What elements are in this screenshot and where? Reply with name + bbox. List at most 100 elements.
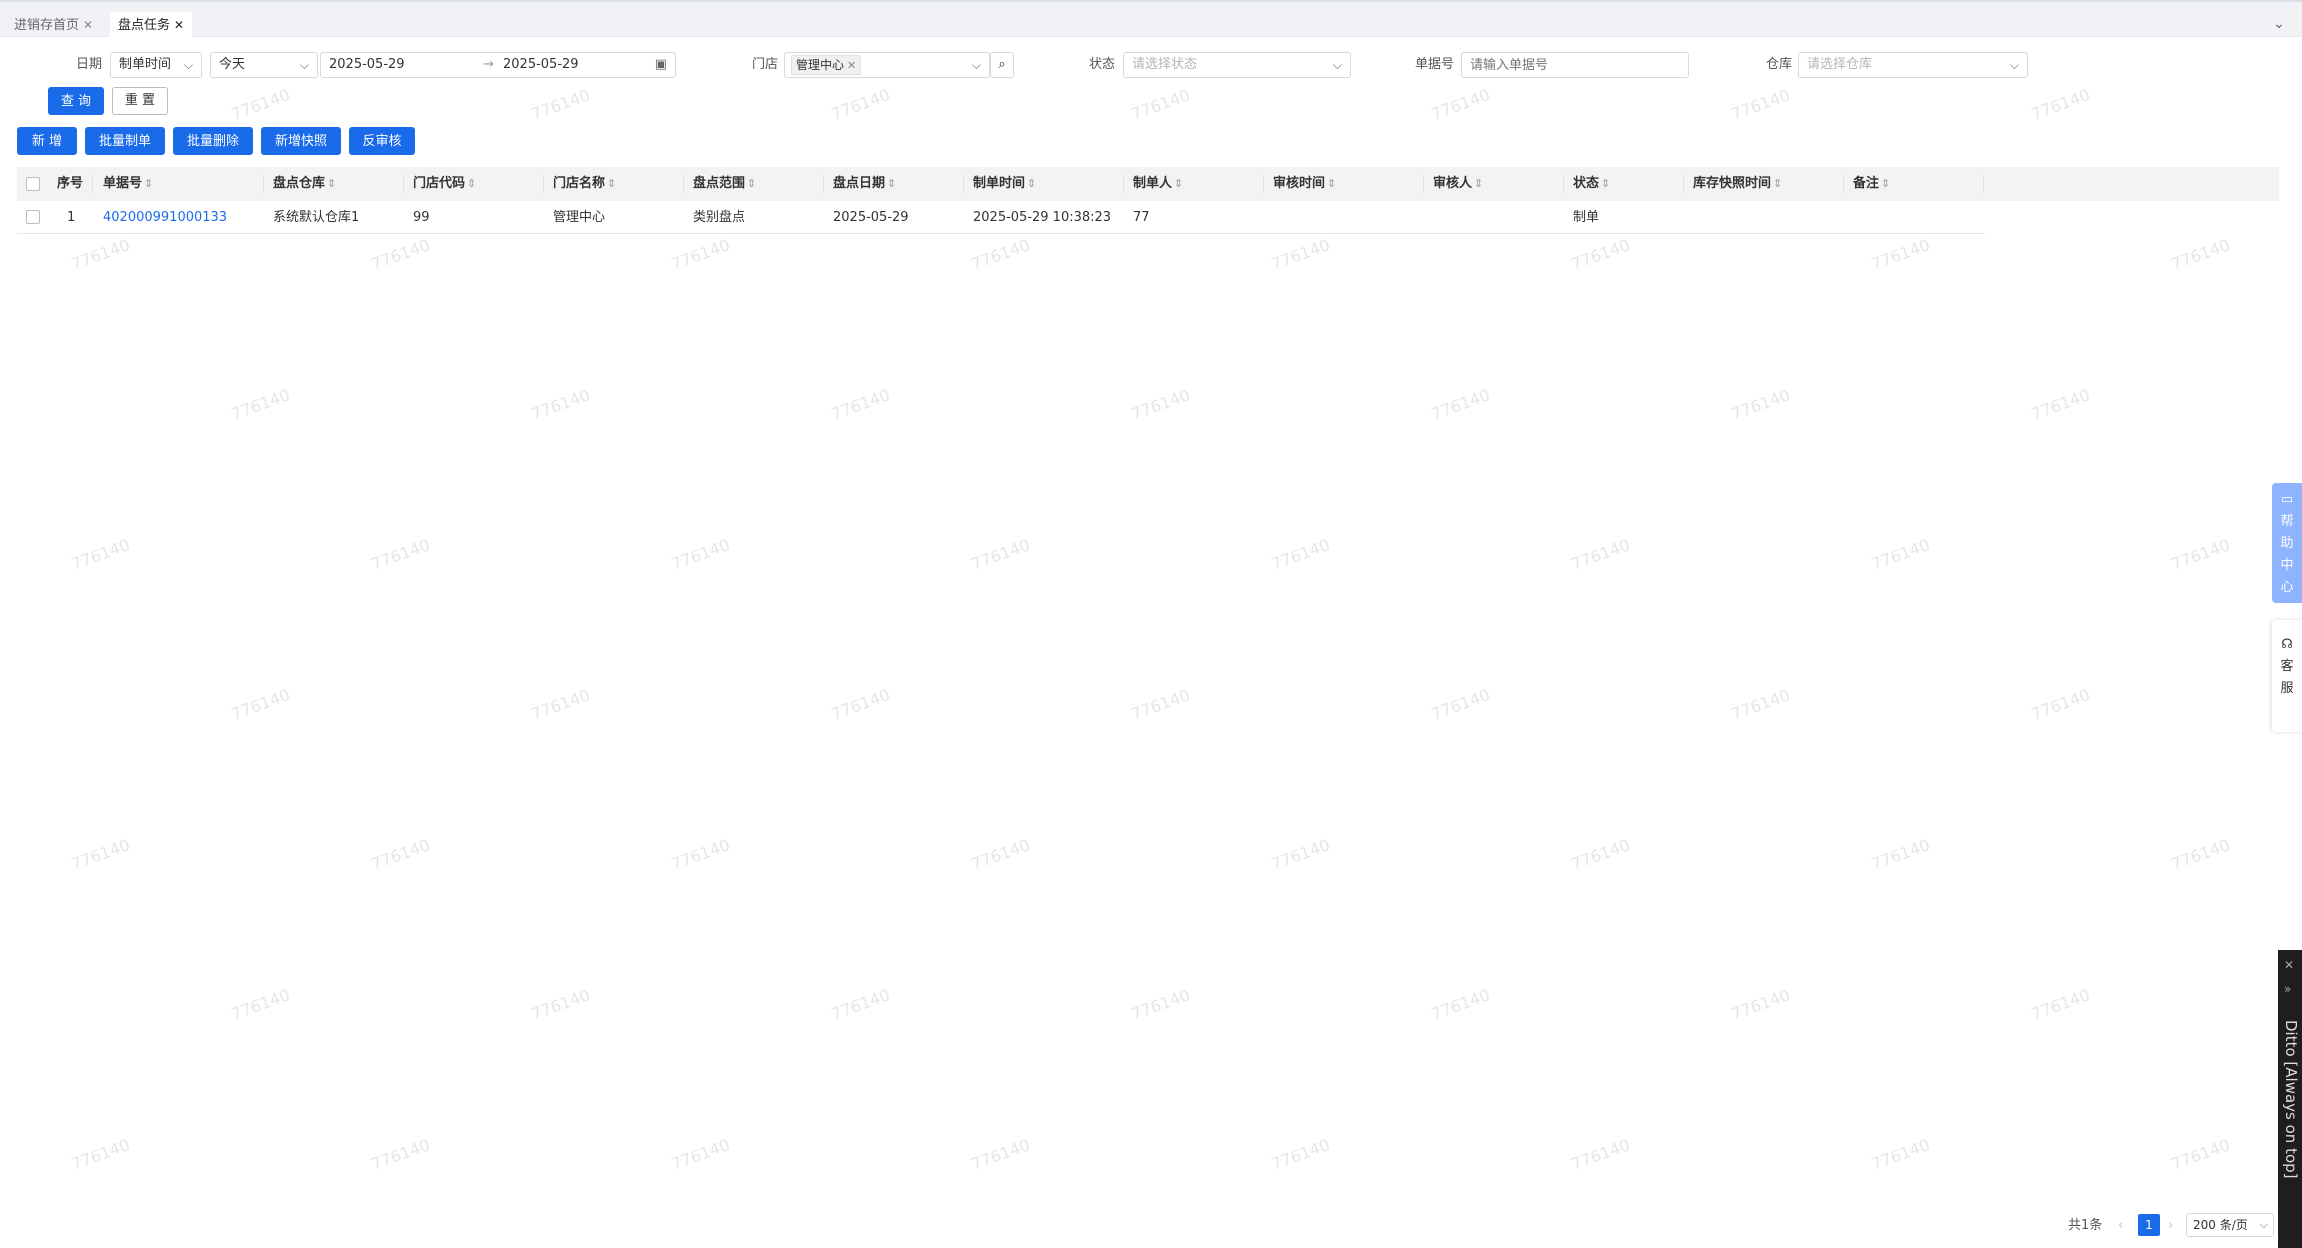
date-range-select[interactable]: 今天 ⌵ — [210, 52, 318, 78]
search-icon[interactable]: ⌕ — [990, 52, 1014, 78]
close-icon[interactable]: ✕ — [174, 18, 184, 32]
watermark-text: 776140 — [1128, 85, 1193, 124]
watermark-text: 776140 — [1428, 85, 1493, 124]
date-type-select[interactable]: 制单时间 ⌵ — [110, 52, 202, 78]
add-snapshot-button[interactable]: 新增快照 — [261, 127, 341, 155]
sort-icon[interactable]: ⇕ — [467, 177, 476, 190]
warehouse-select[interactable]: 请选择仓库 ⌵ — [1798, 52, 2028, 78]
customer-service-button[interactable]: ☊ 客 服 — [2272, 620, 2302, 732]
help-label-1: 帮 — [2280, 514, 2294, 529]
add-button[interactable]: 新 增 — [17, 127, 77, 155]
date-from[interactable]: 2025-05-29 — [329, 57, 405, 72]
row-checkbox[interactable] — [26, 210, 40, 224]
column-title: 制单时间 — [973, 176, 1026, 191]
doc-no-input[interactable] — [1461, 52, 1689, 78]
watermark-text: 776140 — [968, 235, 1033, 274]
watermark-text: 776140 — [2028, 85, 2093, 124]
column-header-store-code[interactable]: 门店代码 ⇕ — [413, 167, 476, 201]
reset-button[interactable]: 重 置 — [112, 87, 168, 115]
cell-store-code: 99 — [413, 210, 430, 225]
column-header-remark[interactable]: 备注 ⇕ — [1853, 167, 1890, 201]
store-select[interactable]: 管理中心 ✕ ⌵ — [784, 52, 990, 78]
tab-inventory-home[interactable]: 进销存首页 ✕ — [6, 12, 101, 39]
watermark-text: 776140 — [68, 235, 133, 274]
cell-index: 1 — [67, 210, 76, 225]
store-label: 门店 — [751, 57, 778, 72]
column-header-scope[interactable]: 盘点范围 ⇕ — [693, 167, 756, 201]
sort-icon[interactable]: ⇕ — [1027, 177, 1036, 190]
batch-delete-button[interactable]: 批量删除 — [173, 127, 253, 155]
tab-stocktake-task[interactable]: 盘点任务 ✕ — [110, 12, 193, 39]
watermark-text: 776140 — [228, 385, 293, 424]
column-header-snapshot-time[interactable]: 库存快照时间 ⇕ — [1693, 167, 1782, 201]
batch-create-button[interactable]: 批量制单 — [85, 127, 165, 155]
service-label-1: 客 — [2280, 659, 2294, 674]
sort-icon[interactable]: ⇕ — [1327, 177, 1336, 190]
column-header-doc-no[interactable]: 单据号 ⇕ — [103, 167, 153, 201]
help-label-2: 助 — [2280, 536, 2294, 551]
column-header-audit-time[interactable]: 审核时间 ⇕ — [1273, 167, 1336, 201]
doc-no-label: 单据号 — [1414, 57, 1454, 72]
watermark-text: 776140 — [1268, 1135, 1333, 1174]
chevron-left-icon[interactable]: ‹ — [2118, 1216, 2123, 1236]
column-header-creator[interactable]: 制单人 ⇕ — [1133, 167, 1183, 201]
close-icon[interactable]: ✕ — [83, 18, 93, 32]
column-title: 序号 — [57, 176, 84, 191]
column-title: 盘点范围 — [693, 176, 746, 191]
sort-icon[interactable]: ⇕ — [1474, 177, 1483, 190]
column-header-warehouse[interactable]: 盘点仓库 ⇕ — [273, 167, 336, 201]
sort-icon[interactable]: ⇕ — [327, 177, 336, 190]
watermark-text: 776140 — [1728, 85, 1793, 124]
cell-doc-no-link[interactable]: 402000991000133 — [103, 201, 227, 234]
sort-icon[interactable]: ⇕ — [1773, 177, 1782, 190]
watermark-text: 776140 — [1128, 385, 1193, 424]
chevron-down-icon[interactable]: ⌄ — [2268, 14, 2290, 36]
sort-icon[interactable]: ⇕ — [747, 177, 756, 190]
sort-icon[interactable]: ⇕ — [144, 177, 153, 190]
select-all-checkbox[interactable] — [26, 177, 40, 191]
ditto-window[interactable]: ✕ » Ditto [Always on top] — [2278, 950, 2302, 1248]
close-icon[interactable]: ✕ — [847, 59, 856, 72]
sort-icon[interactable]: ⇕ — [1881, 177, 1890, 190]
column-header-created-time[interactable]: 制单时间 ⇕ — [973, 167, 1036, 201]
unaudit-button[interactable]: 反审核 — [349, 127, 415, 155]
tab-label: 盘点任务 — [118, 18, 171, 33]
sort-icon[interactable]: ⇕ — [1174, 177, 1183, 190]
help-center-button[interactable]: ▭ 帮 助 中 心 — [2272, 483, 2302, 603]
column-header-status[interactable]: 状态 ⇕ — [1573, 167, 1610, 201]
watermark-text: 776140 — [1128, 985, 1193, 1024]
watermark-text: 776140 — [1728, 985, 1793, 1024]
page-number-current[interactable]: 1 — [2138, 1214, 2160, 1236]
date-range-picker[interactable]: 2025-05-29 → 2025-05-29 ▣ — [320, 52, 676, 78]
date-to[interactable]: 2025-05-29 — [503, 53, 579, 77]
close-icon[interactable]: ✕ — [2284, 958, 2294, 972]
column-header-stocktake-date[interactable]: 盘点日期 ⇕ — [833, 167, 896, 201]
watermark-text: 776140 — [1868, 535, 1933, 574]
page-size-select[interactable]: 200 条/页 ⌵ — [2186, 1213, 2274, 1237]
table-row[interactable]: 1 402000991000133 系统默认仓库1 99 管理中心 类别盘点 2… — [17, 201, 1985, 234]
watermark-text: 776140 — [828, 85, 893, 124]
date-type-value: 制单时间 — [119, 57, 172, 72]
column-header-store-name[interactable]: 门店名称 ⇕ — [553, 167, 616, 201]
column-title: 备注 — [1853, 176, 1880, 191]
watermark-text: 776140 — [2168, 1135, 2233, 1174]
watermark-text: 776140 — [368, 1135, 433, 1174]
watermark-text: 776140 — [2028, 385, 2093, 424]
column-header-auditor[interactable]: 审核人 ⇕ — [1433, 167, 1483, 201]
watermark-text: 776140 — [528, 385, 593, 424]
cell-status: 制单 — [1573, 210, 1600, 225]
sort-icon[interactable]: ⇕ — [607, 177, 616, 190]
status-select[interactable]: 请选择状态 ⌵ — [1123, 52, 1351, 78]
column-title: 状态 — [1573, 176, 1600, 191]
watermark-text: 776140 — [668, 1135, 733, 1174]
column-title: 单据号 — [103, 176, 143, 191]
chevron-right-icon[interactable]: › — [2168, 1216, 2173, 1236]
watermark-text: 776140 — [668, 235, 733, 274]
column-title: 盘点日期 — [833, 176, 886, 191]
sort-icon[interactable]: ⇕ — [1601, 177, 1610, 190]
query-button[interactable]: 查 询 — [48, 87, 104, 115]
watermark-text: 776140 — [2168, 235, 2233, 274]
chevron-double-icon[interactable]: » — [2284, 982, 2291, 996]
chevron-down-icon: ⌵ — [2259, 1218, 2268, 1231]
sort-icon[interactable]: ⇕ — [887, 177, 896, 190]
